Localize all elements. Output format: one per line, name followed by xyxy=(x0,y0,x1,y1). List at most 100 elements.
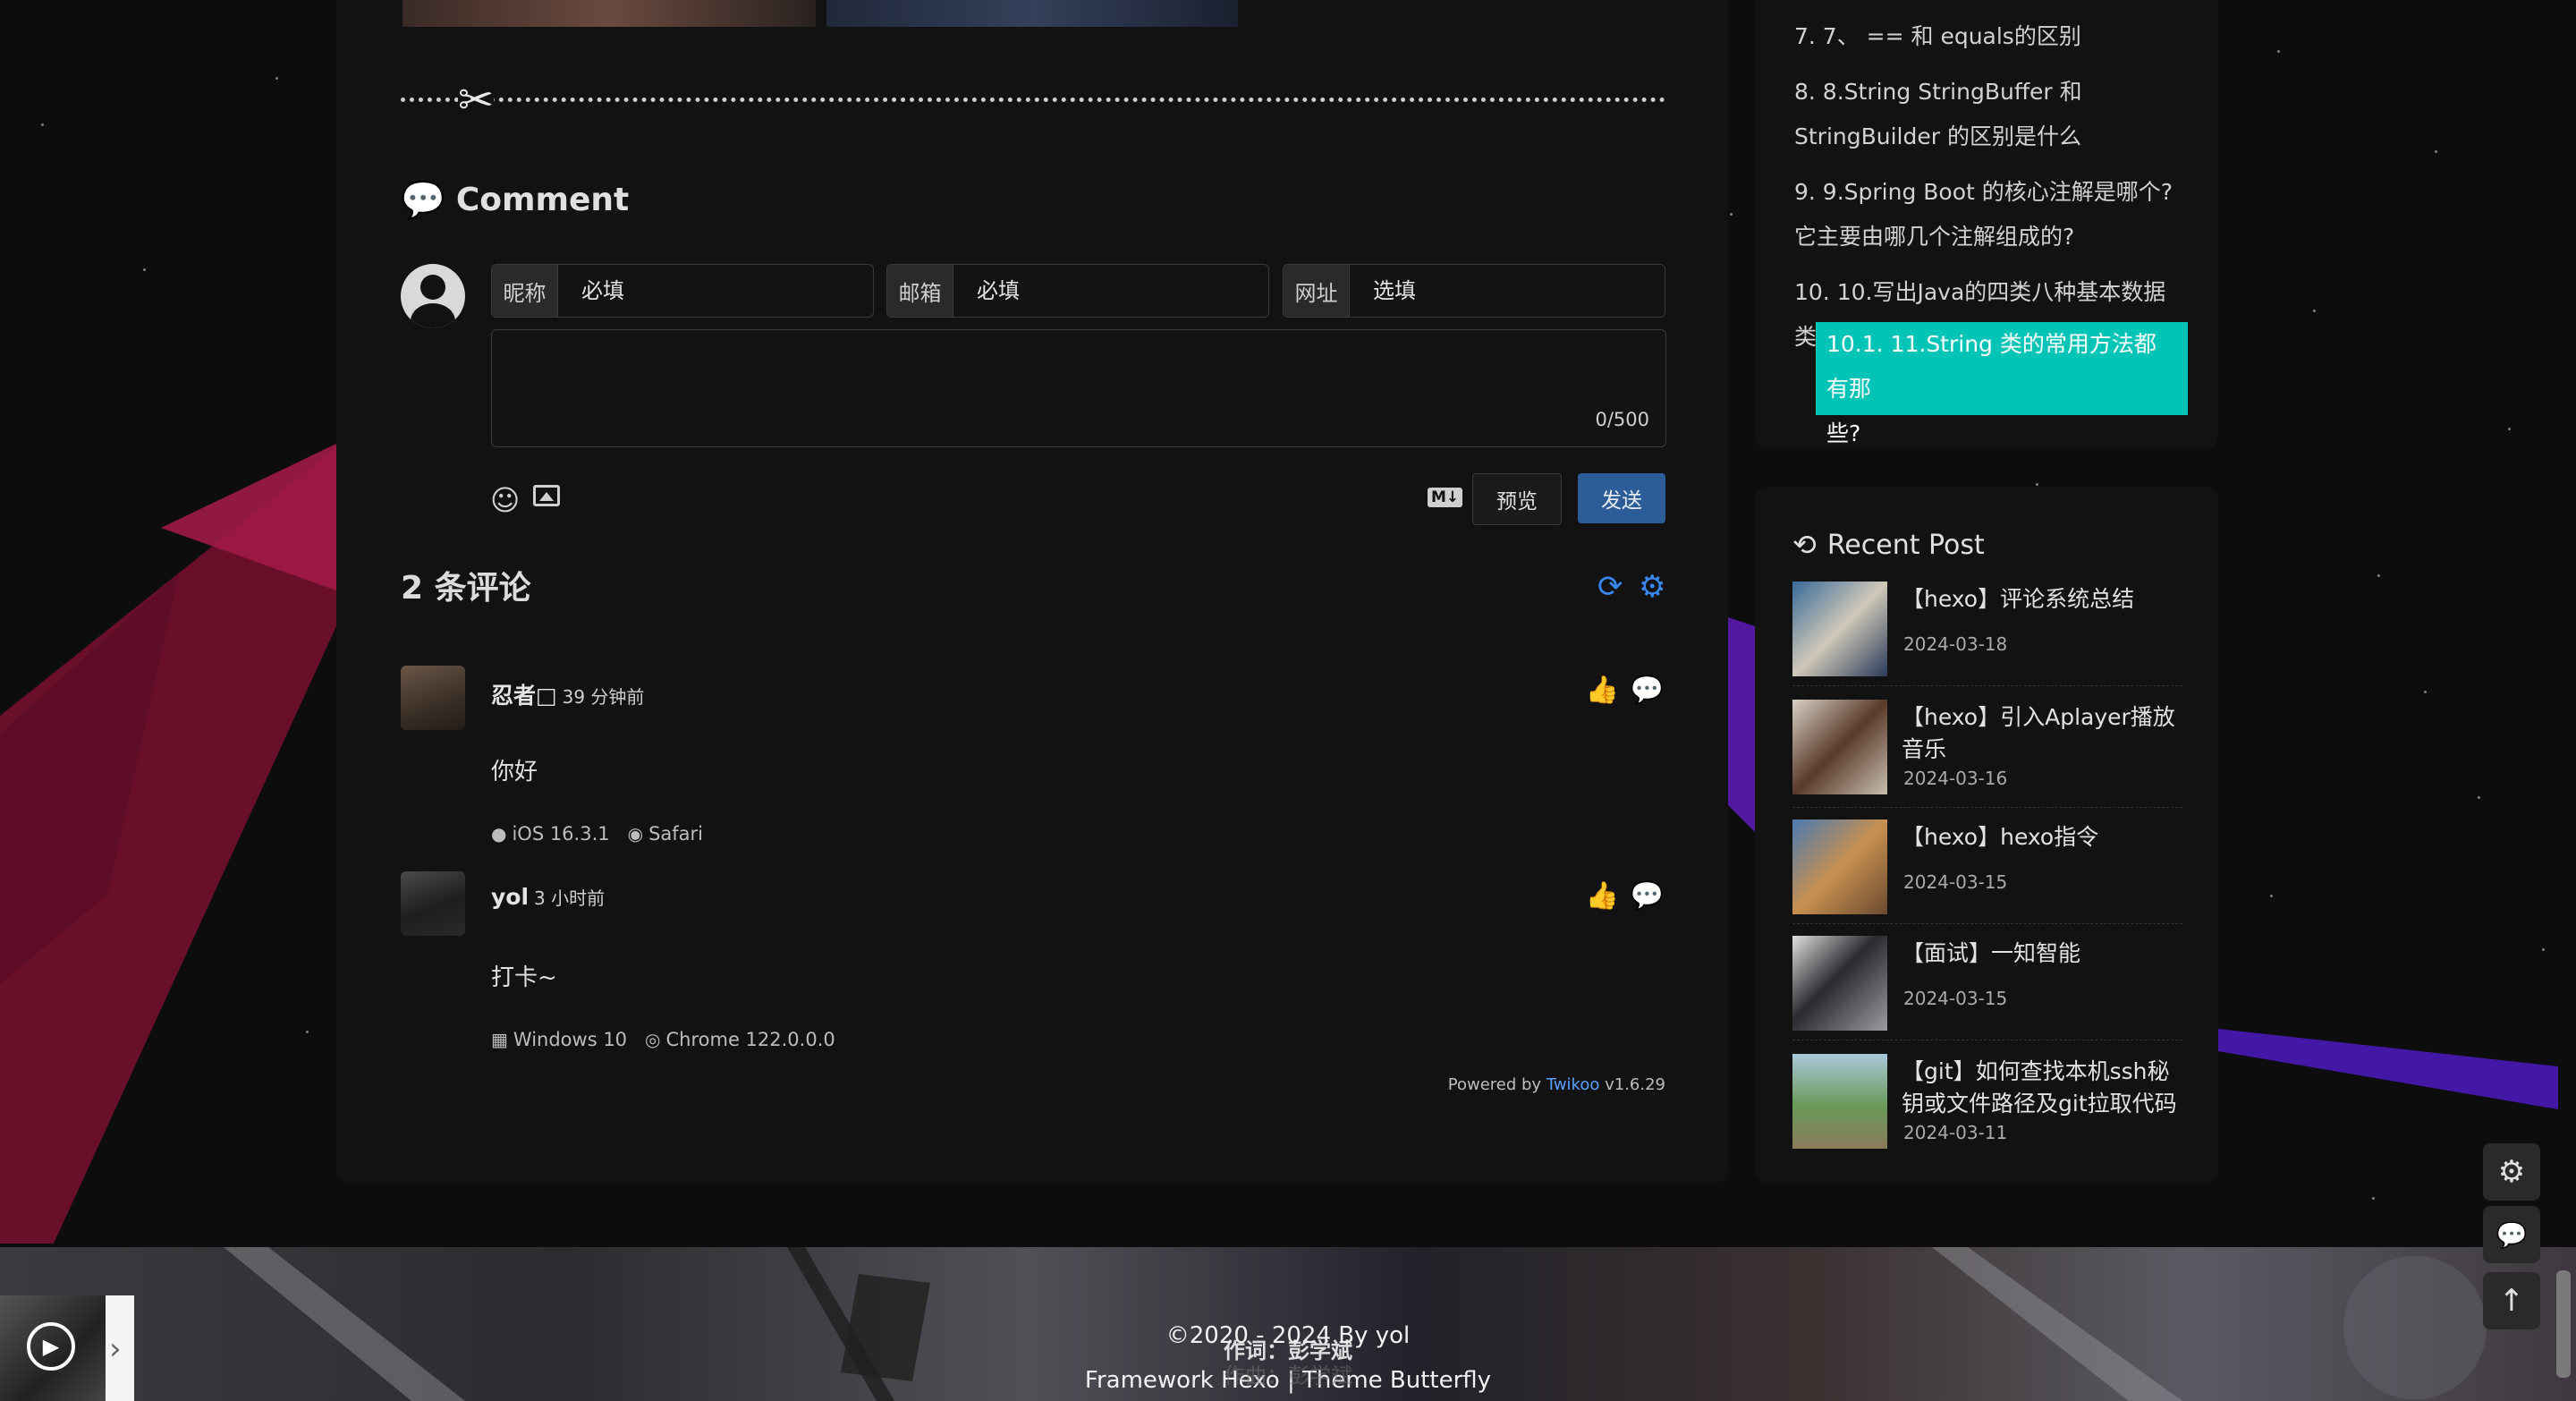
website-label: 网址 xyxy=(1284,265,1350,317)
comment-os: iOS 16.3.1 xyxy=(512,823,610,845)
toc-active-line1: 10.1. 11.String 类的常用方法都有那 xyxy=(1826,331,2157,402)
comment-textarea[interactable]: 0/500 xyxy=(491,329,1666,447)
twikoo-version: v1.6.29 xyxy=(1605,1075,1665,1094)
image-upload-icon[interactable] xyxy=(533,485,560,506)
toc-item-cont[interactable]: StringBuilder 的区别是什么 xyxy=(1794,115,2188,159)
comment-meta: ▦ Windows 10 ◎ Chrome 122.0.0.0 xyxy=(491,1029,835,1050)
nickname-label: 昵称 xyxy=(492,265,558,317)
comment-nick-text: yol xyxy=(491,884,530,910)
markdown-icon: M↓ xyxy=(1428,488,1463,507)
comment-text: 打卡~ xyxy=(491,964,557,991)
like-icon[interactable]: 👍 xyxy=(1586,880,1619,912)
expand-arrow-icon[interactable]: › xyxy=(109,1331,122,1367)
powered-prefix: Powered by xyxy=(1447,1075,1542,1094)
separator xyxy=(1792,807,2182,808)
comment-count-title: 2 条评论 xyxy=(401,570,531,607)
email-label: 邮箱 xyxy=(887,265,953,317)
recent-post-thumbnail[interactable] xyxy=(1792,936,1887,1031)
recent-post-item[interactable]: 【hexo】hexo指令 2024-03-15 xyxy=(1792,819,2182,914)
email-field: 邮箱 xyxy=(886,264,1269,318)
recent-post-header: ⟲ Recent Post xyxy=(1792,528,1985,562)
recent-post-link[interactable]: 【面试】一知智能 xyxy=(1902,938,2182,970)
recent-post-link[interactable]: 【hexo】hexo指令 xyxy=(1902,821,2182,853)
settings-gear-icon[interactable]: ⚙ xyxy=(1639,569,1665,605)
recent-post-thumbnail[interactable] xyxy=(1792,700,1887,794)
comment-item: 忍者□ 39 分钟前 👍 💬 你好 ● iOS 16.3.1 ◉ Safari xyxy=(401,666,1665,862)
comment-os: Windows 10 xyxy=(513,1029,628,1050)
comment-browser: Safari xyxy=(648,823,704,845)
recent-post-thumbnail[interactable] xyxy=(1792,582,1887,676)
comment-nick[interactable]: yol 3 小时前 xyxy=(491,884,605,910)
recent-post-link[interactable]: 【hexo】引入Aplayer播放音乐 xyxy=(1902,701,2182,766)
comments-icon: 💬 xyxy=(401,180,445,221)
history-icon: ⟲ xyxy=(1792,528,1817,562)
chrome-icon: ◎ xyxy=(645,1029,661,1050)
separator xyxy=(1792,923,2182,924)
toc-item[interactable]: 7. 7、 == 和 equals的区别 xyxy=(1794,14,2188,59)
char-counter: 0/500 xyxy=(1595,409,1649,430)
toc-item[interactable]: 9. 9.Spring Boot 的核心注解是哪个? xyxy=(1794,170,2188,215)
separator xyxy=(1792,685,2182,686)
windows-icon: ▦ xyxy=(491,1029,508,1050)
reply-icon[interactable]: 💬 xyxy=(1631,675,1664,706)
safari-icon: ◉ xyxy=(627,823,644,845)
gear-icon: ⚙ xyxy=(2497,1154,2526,1190)
comment-item: yol 3 小时前 👍 💬 打卡~ ▦ Windows 10 ◎ Chrome 122… xyxy=(401,871,1665,1068)
play-icon[interactable]: ▶ xyxy=(27,1322,75,1371)
commenter-avatar[interactable] xyxy=(401,666,465,730)
divider-line xyxy=(401,98,1665,102)
toc-item-cont[interactable]: 它主要由哪几个注解组成的? xyxy=(1794,215,2188,259)
nickname-input[interactable] xyxy=(558,265,873,317)
settings-button[interactable]: ⚙ xyxy=(2483,1143,2540,1201)
recent-post-item[interactable]: 【hexo】评论系统总结 2024-03-18 xyxy=(1792,582,2182,676)
toc-active-line2: 些? xyxy=(1826,420,1861,446)
comment-time: 39 分钟前 xyxy=(562,686,645,708)
comments-icon: 💬 xyxy=(2496,1219,2528,1250)
recent-post-item[interactable]: 【git】如何查找本机ssh秘钥或文件路径及git拉取代码 2024-03-11 xyxy=(1792,1054,2182,1149)
recent-post-link[interactable]: 【git】如何查找本机ssh秘钥或文件路径及git拉取代码 xyxy=(1902,1056,2182,1120)
toc-item[interactable]: 8. 8.String StringBuffer 和 xyxy=(1794,70,2188,115)
recent-post-date: 2024-03-11 xyxy=(1903,1122,2008,1143)
music-player: ▶ › xyxy=(0,1295,134,1401)
recent-post-date: 2024-03-15 xyxy=(1903,871,2008,893)
toc-item-active[interactable]: 10.1. 11.String 类的常用方法都有那 些? xyxy=(1816,322,2188,446)
reply-icon[interactable]: 💬 xyxy=(1631,880,1664,912)
like-icon[interactable]: 👍 xyxy=(1586,675,1619,706)
recent-post-item[interactable]: 【面试】一知智能 2024-03-15 xyxy=(1792,936,2182,1031)
twikoo-link[interactable]: Twikoo xyxy=(1546,1075,1600,1094)
emoji-icon[interactable]: ☺ xyxy=(490,483,520,517)
recent-post-item[interactable]: 【hexo】引入Aplayer播放音乐 2024-03-16 xyxy=(1792,700,2182,794)
refresh-icon[interactable]: ⟳ xyxy=(1597,569,1623,605)
recent-post-link[interactable]: 【hexo】评论系统总结 xyxy=(1902,583,2182,616)
recent-post-thumbnail[interactable] xyxy=(1792,1054,1887,1149)
comment-time: 3 小时前 xyxy=(534,887,606,909)
default-avatar xyxy=(401,264,465,328)
back-to-top-button[interactable]: ↑ xyxy=(2483,1272,2540,1329)
article-image-strip xyxy=(402,0,1238,27)
comment-nick-text: 忍者□ xyxy=(491,683,557,709)
apple-icon: ● xyxy=(491,823,507,845)
email-input[interactable] xyxy=(953,265,1268,317)
send-button[interactable]: 发送 xyxy=(1578,473,1665,523)
preview-button[interactable]: 预览 xyxy=(1472,473,1562,525)
website-input[interactable] xyxy=(1350,265,1665,317)
comment-title: Comment xyxy=(455,182,630,218)
powered-by: Powered by Twikoo v1.6.29 xyxy=(1448,1075,1665,1094)
comments-button[interactable]: 💬 xyxy=(2483,1206,2540,1263)
recent-post-thumbnail[interactable] xyxy=(1792,819,1887,914)
comment-nick[interactable]: 忍者□ 39 分钟前 xyxy=(491,678,644,710)
recent-post-date: 2024-03-15 xyxy=(1903,988,2008,1009)
recent-post-date: 2024-03-18 xyxy=(1903,633,2008,655)
nickname-field: 昵称 xyxy=(491,264,874,318)
comment-text: 你好 xyxy=(491,759,538,785)
commenter-avatar[interactable] xyxy=(401,871,465,936)
arrow-up-icon: ↑ xyxy=(2498,1283,2525,1319)
comment-meta: ● iOS 16.3.1 ◉ Safari xyxy=(491,823,703,845)
recent-post-date: 2024-03-16 xyxy=(1903,768,2008,789)
comment-browser: Chrome 122.0.0.0 xyxy=(665,1029,835,1050)
recent-post-title: Recent Post xyxy=(1826,529,1985,561)
scissors-icon: ✂ xyxy=(458,75,495,125)
lyric-next: 作曲：彭学斌 xyxy=(1224,1363,1352,1388)
comment-header: 💬 Comment xyxy=(401,179,629,221)
website-field: 网址 xyxy=(1283,264,1665,318)
